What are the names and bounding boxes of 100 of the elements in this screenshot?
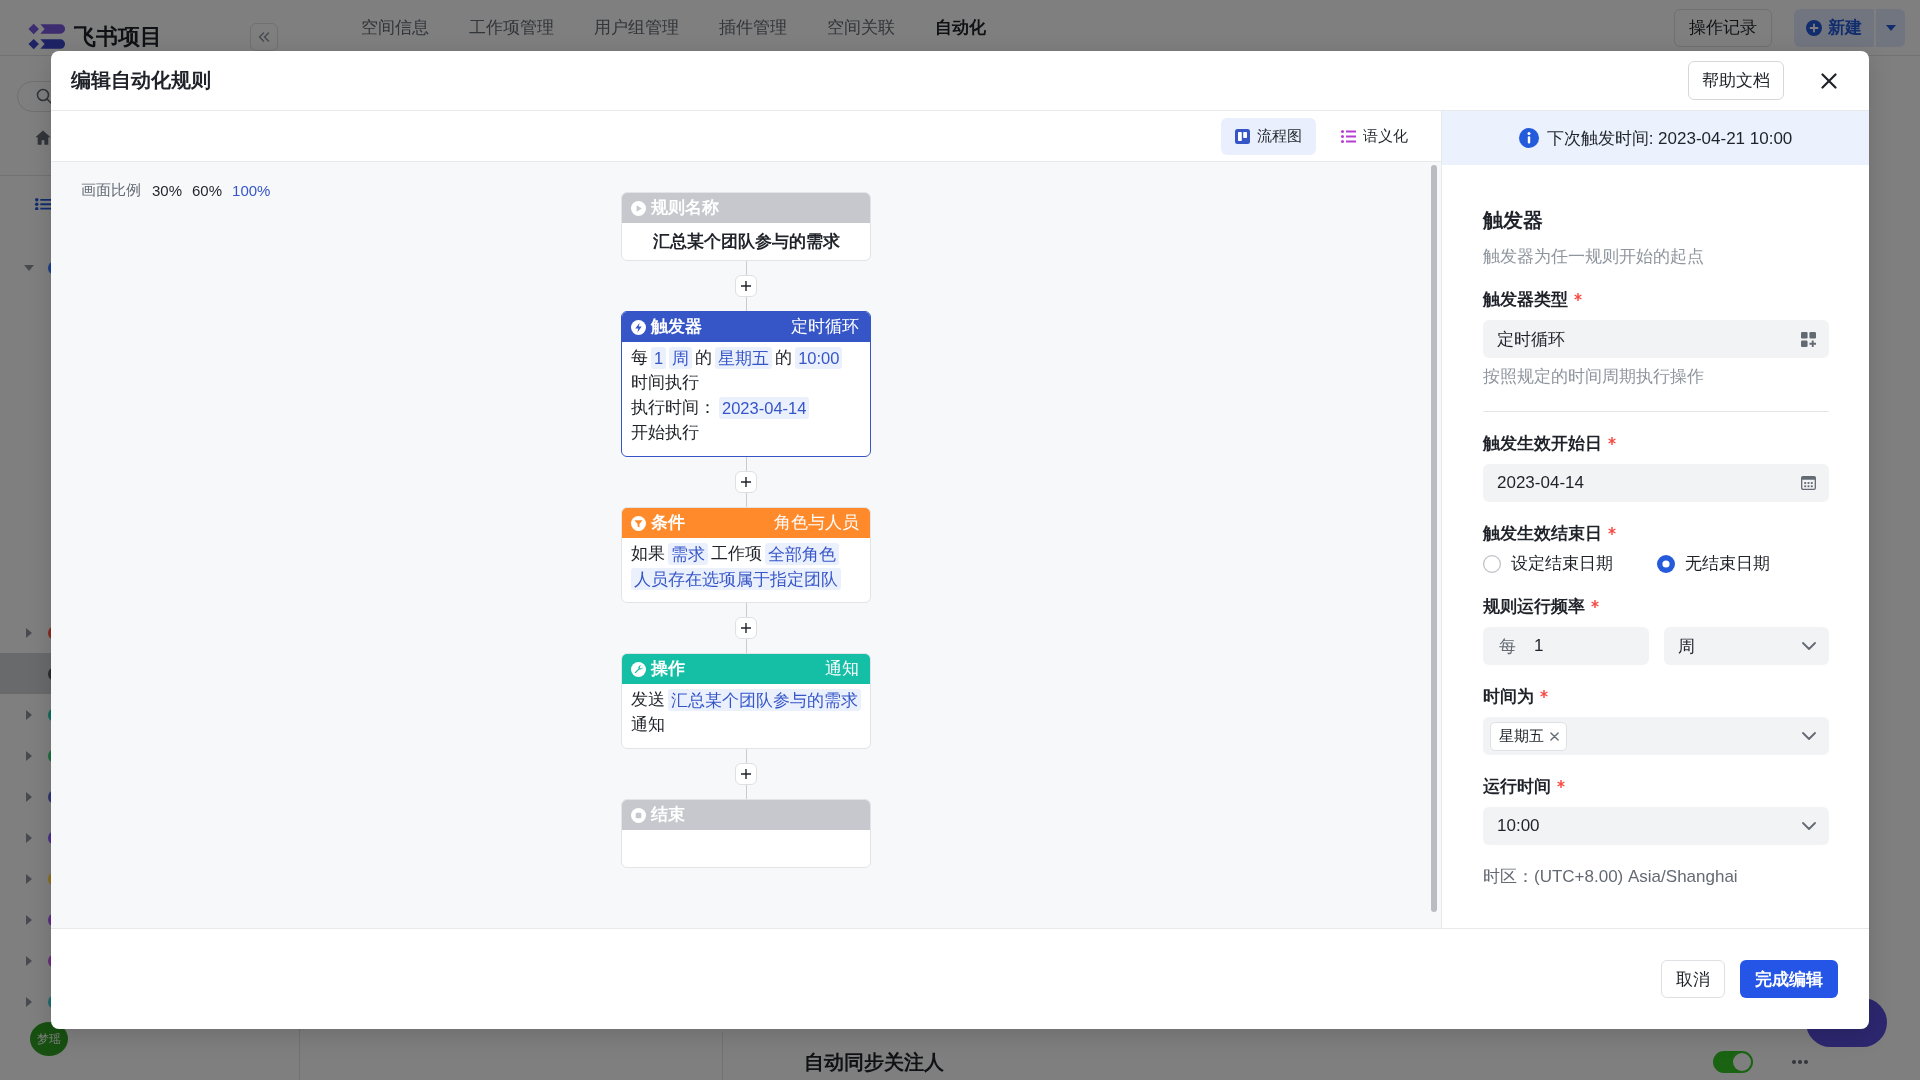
node-text: 时间执行 <box>631 372 699 393</box>
unit-select[interactable]: 周 <box>1663 627 1829 665</box>
variable-chip[interactable]: 2023-04-14 <box>719 396 810 419</box>
help-docs-button[interactable]: 帮助文档 <box>1688 61 1784 100</box>
field-label: 时间为 <box>1483 687 1534 707</box>
submit-button[interactable]: 完成编辑 <box>1740 960 1838 998</box>
plus-icon <box>741 623 751 633</box>
node-text: 通知 <box>631 714 665 735</box>
grid-icon <box>1801 331 1816 347</box>
variable-chip[interactable]: 需求 <box>668 542 708 565</box>
nav-tab[interactable]: 自动化 <box>935 16 986 39</box>
interval-field[interactable]: 每 1 <box>1483 627 1649 665</box>
variable-chip[interactable]: 周 <box>669 346 693 369</box>
play-icon <box>631 200 646 216</box>
nav-tab[interactable]: 用户组管理 <box>594 16 679 39</box>
zoom-option[interactable]: 30% <box>152 182 183 199</box>
nav-tab[interactable]: 插件管理 <box>719 16 787 39</box>
zoom-option[interactable]: 100% <box>232 182 271 199</box>
nav-tab[interactable]: 空间关联 <box>827 16 895 39</box>
node-title: 触发器 <box>651 316 702 337</box>
flow-node[interactable]: 触发器 定时循环 每 1 周 的 星期五 的 10:00 时间执行 执行时间： 2023-04-14 开始执行 <box>621 311 871 457</box>
picker-field[interactable]: 定时循环 <box>1483 320 1829 358</box>
plus-icon <box>741 281 751 291</box>
date-field[interactable]: 2023-04-14 <box>1483 464 1829 502</box>
brand-name: 飞书项目 <box>74 22 162 51</box>
select-field[interactable]: 10:00 <box>1483 807 1829 845</box>
flow-node[interactable]: 条件 角色与人员 如果 需求 工作项 全部角色 人员存在选项属于指定团队 <box>621 507 871 603</box>
multi-select-field[interactable]: 星期五 <box>1483 717 1829 755</box>
plus-circle-icon <box>1806 19 1822 36</box>
node-type-label: 定时循环 <box>791 316 859 337</box>
node-text: 工作项 <box>711 543 762 564</box>
double-chevron-left-icon <box>258 31 270 42</box>
node-text: 的 <box>695 347 713 368</box>
nav-tab[interactable]: 空间信息 <box>361 16 429 39</box>
zoom-option[interactable]: 60% <box>192 182 223 199</box>
field-label: 规则运行频率 <box>1483 597 1585 617</box>
section-title: 触发器 <box>1483 208 1544 232</box>
node-text: 发送 <box>631 689 665 710</box>
node-title: 结束 <box>651 804 685 825</box>
node-title: 规则名称 <box>651 197 719 218</box>
scrollbar-thumb[interactable] <box>1431 165 1437 912</box>
view-tab[interactable]: 流程图 <box>1221 117 1316 155</box>
calendar-icon <box>1801 476 1816 490</box>
connector-line <box>745 749 747 763</box>
home-icon[interactable] <box>34 129 52 145</box>
dialog-title: 编辑自动化规则 <box>71 68 211 93</box>
variable-chip[interactable]: 星期五 <box>715 346 773 369</box>
view-tab[interactable]: 语义化 <box>1327 117 1422 155</box>
flow-node[interactable]: 规则名称 汇总某个团队参与的需求 <box>621 192 871 261</box>
history-button[interactable]: 操作记录 <box>1674 8 1772 47</box>
timezone-text: 时区：(UTC+8.00) Asia/Shanghai <box>1483 866 1739 888</box>
add-step-button[interactable] <box>735 471 757 493</box>
cancel-button[interactable]: 取消 <box>1661 960 1725 998</box>
list-icon <box>1341 129 1356 143</box>
variable-chip[interactable]: 汇总某个团队参与的需求 <box>668 688 861 711</box>
radio-option[interactable]: 无结束日期 <box>1657 553 1770 575</box>
flow-node[interactable]: 操作 通知 发送 汇总某个团队参与的需求 通知 <box>621 653 871 749</box>
add-step-button[interactable] <box>735 763 757 785</box>
node-text: 执行时间： <box>631 397 716 418</box>
zoom-label: 画面比例 <box>81 181 141 200</box>
lightning-icon <box>631 319 646 335</box>
variable-chip[interactable]: 人员存在选项属于指定团队 <box>631 567 841 590</box>
connector-line <box>745 261 747 275</box>
wrench-icon <box>631 661 646 677</box>
field-help-text: 按照规定的时间周期执行操作 <box>1483 366 1705 388</box>
node-text: 每 <box>631 347 648 368</box>
plus-icon <box>741 477 751 487</box>
add-step-button[interactable] <box>735 617 757 639</box>
connector-line <box>745 297 747 311</box>
list-icon[interactable] <box>34 197 52 211</box>
dropdown-button[interactable] <box>1876 8 1905 47</box>
radio-option[interactable]: 设定结束日期 <box>1483 553 1613 575</box>
stop-icon <box>631 807 646 823</box>
chevron-down-icon <box>1802 822 1816 830</box>
remove-icon[interactable] <box>1550 731 1559 741</box>
add-step-button[interactable] <box>735 275 757 297</box>
toggle-switch[interactable] <box>1713 1051 1753 1073</box>
variable-chip[interactable]: 全部角色 <box>765 542 839 565</box>
node-text: 的 <box>775 347 793 368</box>
close-icon[interactable] <box>1821 72 1837 89</box>
node-type-label: 角色与人员 <box>774 512 859 533</box>
node-text: 开始执行 <box>631 422 699 443</box>
node-text: 如果 <box>631 543 665 564</box>
node-title: 条件 <box>651 512 685 533</box>
field-label: 触发生效结束日 <box>1483 524 1602 544</box>
variable-chip[interactable]: 10:00 <box>795 346 843 369</box>
info-icon <box>1518 128 1539 148</box>
board-icon <box>1235 128 1250 144</box>
connector-line <box>745 603 747 617</box>
connector-line <box>745 785 747 799</box>
more-icon[interactable] <box>1792 1060 1808 1064</box>
variable-chip[interactable]: 1 <box>651 346 667 369</box>
funnel-icon <box>631 515 646 531</box>
node-type-label: 通知 <box>825 658 859 679</box>
field-label: 触发器类型 <box>1483 290 1568 310</box>
chevron-down-icon <box>1802 642 1816 650</box>
field-label: 触发生效开始日 <box>1483 434 1602 454</box>
weekday-tag[interactable]: 星期五 <box>1490 721 1567 751</box>
caret-down-icon <box>1885 24 1896 31</box>
connector-line <box>745 639 747 653</box>
